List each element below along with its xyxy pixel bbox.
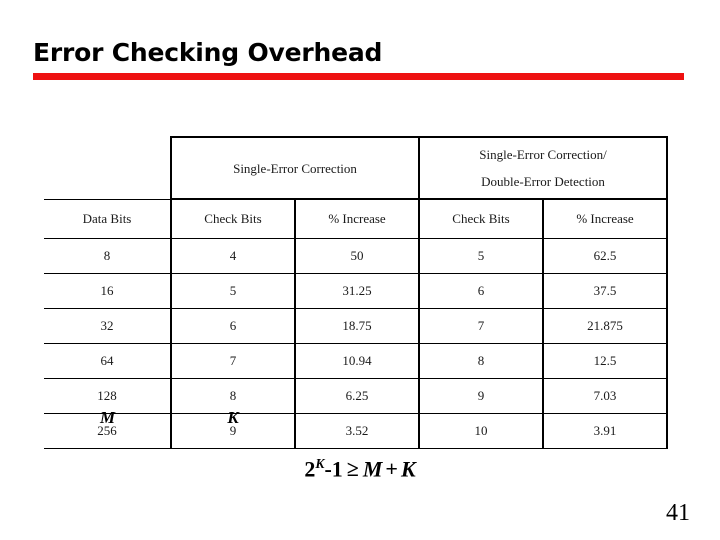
cell-check-bits-secded: 6 [418, 273, 544, 309]
cell-check-bits-secded: 8 [418, 343, 544, 379]
column-header-data-bits: Data Bits [44, 198, 171, 239]
cell-increase-secded: 37.5 [542, 273, 669, 309]
cell-check-bits-secded: 7 [418, 308, 544, 344]
table-header-row: Data Bits Check Bits % Increase Check Bi… [44, 198, 669, 239]
formula-left-variable: M [362, 456, 383, 482]
group-header-secded: Single-Error Correction/ Double-Error De… [418, 136, 669, 200]
column-header-percent-increase-secded: % Increase [542, 198, 669, 239]
title-block: Error Checking Overhead [33, 38, 684, 80]
formula-base: 2 [304, 456, 316, 482]
cell-increase-sec: 31.25 [293, 273, 420, 309]
table-corner-blank [44, 137, 171, 199]
cell-increase-secded: 21.875 [542, 308, 669, 344]
symbol-annotation-row: M K [44, 408, 667, 434]
cell-check-bits-sec: 7 [170, 343, 295, 379]
error-checking-overhead-table: Single-Error Correction Single-Error Cor… [44, 136, 669, 449]
title-accent-rule [33, 73, 684, 80]
cell-data-bits: 64 [44, 343, 171, 379]
cell-data-bits: 32 [44, 308, 171, 344]
group-header-secded-line2: Double-Error Detection [481, 174, 605, 189]
table-group-header-row: Single-Error Correction Single-Error Cor… [44, 136, 669, 200]
formula-minus-one: -1 [324, 456, 343, 482]
column-header-percent-increase-sec: % Increase [293, 198, 420, 239]
cell-check-bits-sec: 4 [170, 238, 295, 274]
page-number: 41 [666, 500, 690, 526]
formula-plus-symbol: + [385, 456, 398, 482]
overhead-table-wrapper: Single-Error Correction Single-Error Cor… [44, 136, 669, 449]
column-header-check-bits-sec: Check Bits [170, 198, 295, 239]
check-bits-symbol-label: K [227, 408, 239, 427]
cell-increase-sec: 18.75 [293, 308, 420, 344]
cell-increase-sec: 50 [293, 238, 420, 274]
group-header-secded-line1: Single-Error Correction/ [479, 147, 607, 162]
column-header-check-bits-secded: Check Bits [418, 198, 544, 239]
formula-right-variable: K [400, 456, 416, 482]
cell-check-bits-secded: 5 [418, 238, 544, 274]
formula-relation-symbol: ≥ [346, 456, 359, 482]
table-row: 32 6 18.75 7 21.875 [44, 308, 669, 344]
table-row: 64 7 10.94 8 12.5 [44, 343, 669, 379]
page-title: Error Checking Overhead [33, 38, 383, 67]
cell-data-bits: 16 [44, 273, 171, 309]
cell-check-bits-sec: 5 [170, 273, 295, 309]
cell-increase-sec: 10.94 [293, 343, 420, 379]
cell-check-bits-sec: 6 [170, 308, 295, 344]
table-row: 16 5 31.25 6 37.5 [44, 273, 669, 309]
cell-increase-secded: 12.5 [542, 343, 669, 379]
hamming-code-formula: 2K-1 ≥ M + K [0, 456, 720, 482]
slide-canvas: Error Checking Overhead Single-Error Cor… [0, 0, 720, 540]
data-bits-symbol-label: M [99, 408, 116, 427]
group-header-single-error-correction: Single-Error Correction [169, 136, 420, 200]
cell-increase-secded: 62.5 [542, 238, 669, 274]
cell-data-bits: 8 [44, 238, 171, 274]
table-row: 8 4 50 5 62.5 [44, 238, 669, 274]
